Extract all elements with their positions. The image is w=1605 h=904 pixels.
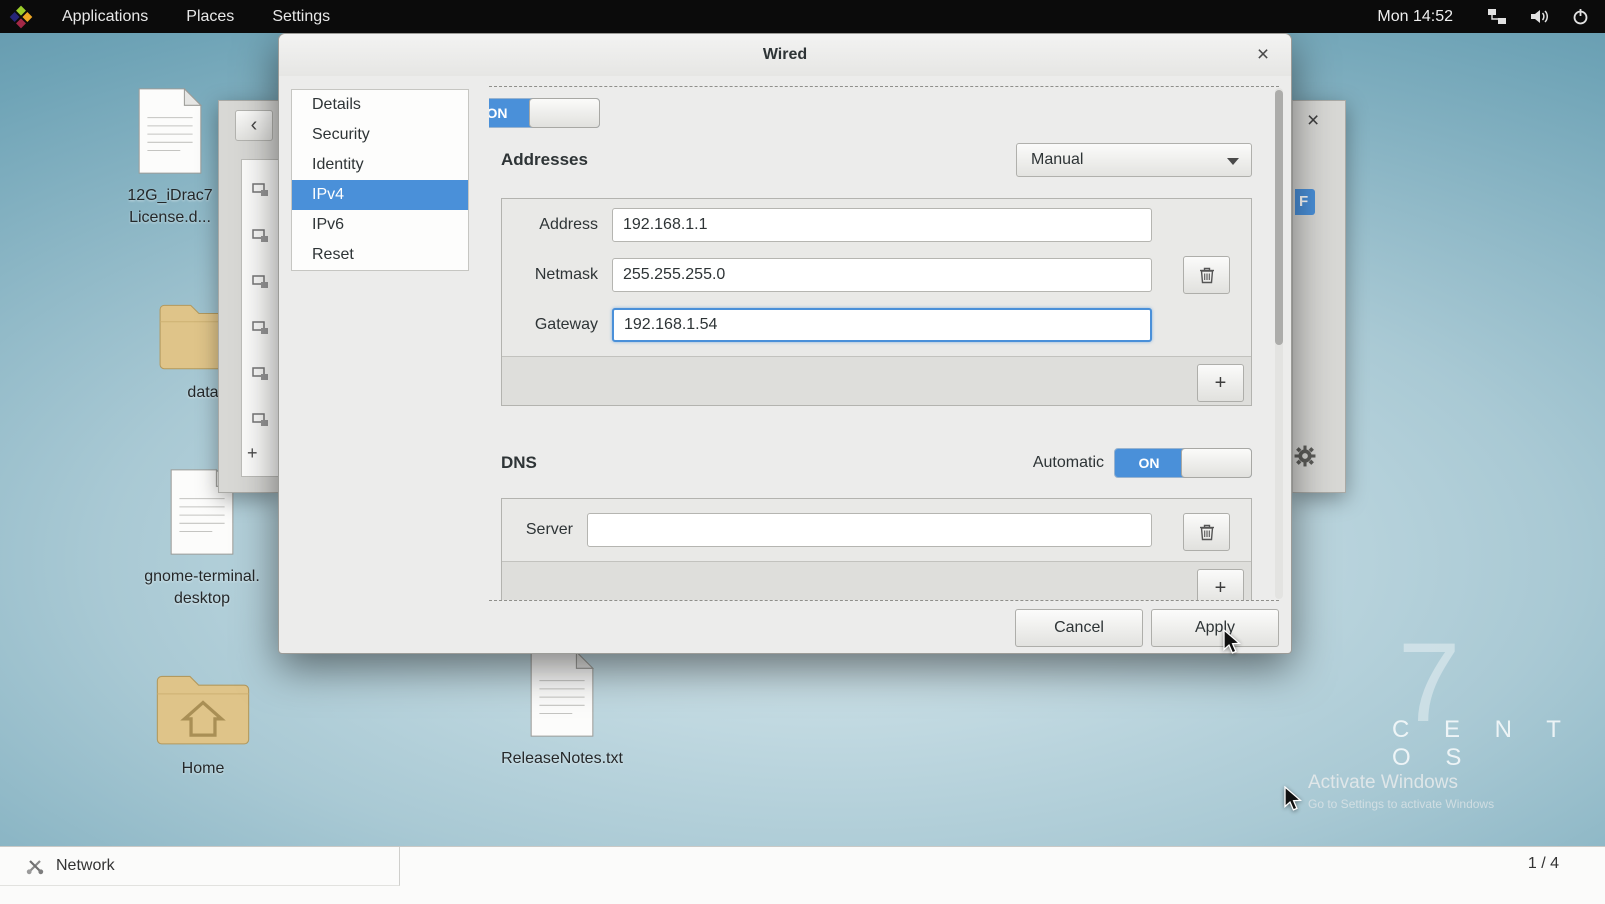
power-icon[interactable] — [1572, 8, 1589, 25]
dropdown-value: Manual — [1031, 151, 1083, 169]
dns-automatic-toggle[interactable]: ON — [1114, 448, 1252, 478]
dns-automatic-row: Automatic ON — [1033, 448, 1252, 478]
mouse-cursor — [1223, 629, 1245, 659]
gateway-input[interactable] — [612, 308, 1152, 342]
top-bar-status: Mon 14:52 — [1377, 8, 1605, 26]
centos-logo-brand: C E N T O S — [1392, 716, 1605, 772]
toggle-knob[interactable] — [1181, 448, 1252, 478]
home-folder-icon — [153, 666, 253, 750]
address-input[interactable] — [612, 208, 1152, 242]
gateway-label: Gateway — [502, 316, 612, 334]
address-add-strip: + — [502, 356, 1251, 405]
wired-dialog: Wired × Details Security Identity IPv4 I… — [278, 33, 1292, 654]
desktop-icon-label: ReleaseNotes.txt — [501, 748, 623, 770]
activate-windows-watermark: Activate Windows Go to Settings to activ… — [1308, 772, 1494, 811]
document-icon — [525, 648, 599, 740]
sidebar-item-ipv6[interactable]: IPv6 — [292, 210, 468, 240]
off-toggle-fragment[interactable]: F — [1295, 189, 1315, 215]
connection-icon — [252, 320, 269, 335]
taskbar-network-window[interactable]: Network — [0, 847, 400, 886]
gateway-row: Gateway — [502, 308, 1152, 342]
connection-icon — [252, 228, 269, 243]
volume-icon[interactable] — [1529, 8, 1550, 25]
dialog-scrollbar[interactable] — [1275, 88, 1283, 599]
menu-applications[interactable]: Applications — [56, 8, 154, 26]
dns-section-label: DNS — [501, 453, 537, 473]
back-button[interactable]: ‹ — [235, 110, 273, 141]
top-bar-menus: Applications Places Settings — [0, 8, 336, 26]
server-label: Server — [502, 521, 587, 539]
trash-icon — [1199, 266, 1215, 284]
background-close-icon[interactable]: × — [1307, 109, 1319, 133]
addresses-groupbox: Address Netmask Gateway + — [501, 198, 1252, 406]
distro-icon[interactable] — [12, 8, 30, 26]
desktop-icon-home[interactable]: Home — [128, 666, 278, 780]
dns-automatic-label: Automatic — [1033, 454, 1104, 472]
cancel-button[interactable]: Cancel — [1015, 609, 1143, 647]
delete-address-button[interactable] — [1183, 256, 1230, 294]
mouse-cursor-secondary — [1284, 786, 1306, 816]
desktop-icon-label: 12G_iDrac7 License.d... — [127, 185, 212, 229]
menu-settings[interactable]: Settings — [266, 8, 336, 26]
taskbar: Network 1 / 4 — [0, 846, 1605, 904]
chevron-down-icon — [1227, 158, 1239, 165]
apply-button[interactable]: Apply — [1151, 609, 1279, 647]
desktop-icon-label: gnome-terminal. desktop — [144, 566, 260, 610]
sidebar-item-details[interactable]: Details — [292, 90, 468, 120]
background-window-left-fragment: ‹ + — [218, 100, 279, 493]
address-row: Address — [502, 208, 1152, 242]
connection-icon — [252, 274, 269, 289]
menu-places[interactable]: Places — [180, 8, 240, 26]
sidebar-item-reset[interactable]: Reset — [292, 240, 468, 270]
scrollbar-thumb[interactable] — [1275, 90, 1283, 345]
toggle-knob[interactable] — [529, 98, 600, 128]
clock[interactable]: Mon 14:52 — [1377, 8, 1453, 26]
dns-groupbox: Server + — [501, 498, 1252, 601]
ipv4-toggle[interactable]: ON — [489, 98, 600, 128]
address-label: Address — [502, 216, 612, 234]
taskbar-window-label: Network — [56, 857, 115, 875]
network-status-icon[interactable] — [1487, 8, 1507, 25]
addresses-method-dropdown[interactable]: Manual — [1016, 143, 1252, 177]
connection-icon — [252, 182, 269, 197]
connection-icon — [252, 366, 269, 381]
sidebar-item-identity[interactable]: Identity — [292, 150, 468, 180]
workspace-pager[interactable]: 1 / 4 — [1528, 855, 1559, 873]
add-connection-button[interactable]: + — [247, 443, 258, 464]
dialog-titlebar[interactable]: Wired × — [279, 34, 1291, 76]
dns-server-input[interactable] — [587, 513, 1152, 547]
toggle-on-label: ON — [1115, 455, 1183, 471]
netmask-row: Netmask — [502, 258, 1152, 292]
desktop-icon-releasenotes[interactable]: ReleaseNotes.txt — [487, 648, 637, 770]
dialog-title: Wired — [763, 46, 807, 64]
add-dns-button[interactable]: + — [1197, 569, 1244, 601]
document-icon — [133, 85, 207, 177]
addresses-label: Addresses — [501, 150, 588, 170]
dns-add-strip: + — [502, 561, 1251, 601]
gear-icon[interactable] — [1294, 445, 1316, 472]
close-icon[interactable]: × — [1249, 41, 1277, 69]
desktop-icon-label: Home — [182, 758, 225, 780]
netmask-label: Netmask — [502, 266, 612, 284]
desktop-icon-label: data — [187, 382, 218, 404]
dns-server-row: Server — [502, 513, 1152, 547]
top-bar: Applications Places Settings Mon 14:52 — [0, 0, 1605, 33]
connection-list-fragment — [241, 159, 280, 477]
dialog-sidebar: Details Security Identity IPv4 IPv6 Rese… — [291, 89, 469, 271]
sidebar-item-ipv4[interactable]: IPv4 — [292, 180, 468, 210]
ipv4-settings-panel: IPv4 ON Addresses Manual Address Netmask… — [489, 86, 1279, 601]
toggle-on-label: ON — [489, 105, 531, 121]
netmask-input[interactable] — [612, 258, 1152, 292]
delete-dns-button[interactable] — [1183, 513, 1230, 551]
network-app-icon — [24, 856, 46, 876]
trash-icon — [1199, 523, 1215, 541]
background-window-right-fragment: × F — [1292, 100, 1346, 493]
connection-icon — [252, 412, 269, 427]
sidebar-item-security[interactable]: Security — [292, 120, 468, 150]
add-address-button[interactable]: + — [1197, 364, 1244, 402]
